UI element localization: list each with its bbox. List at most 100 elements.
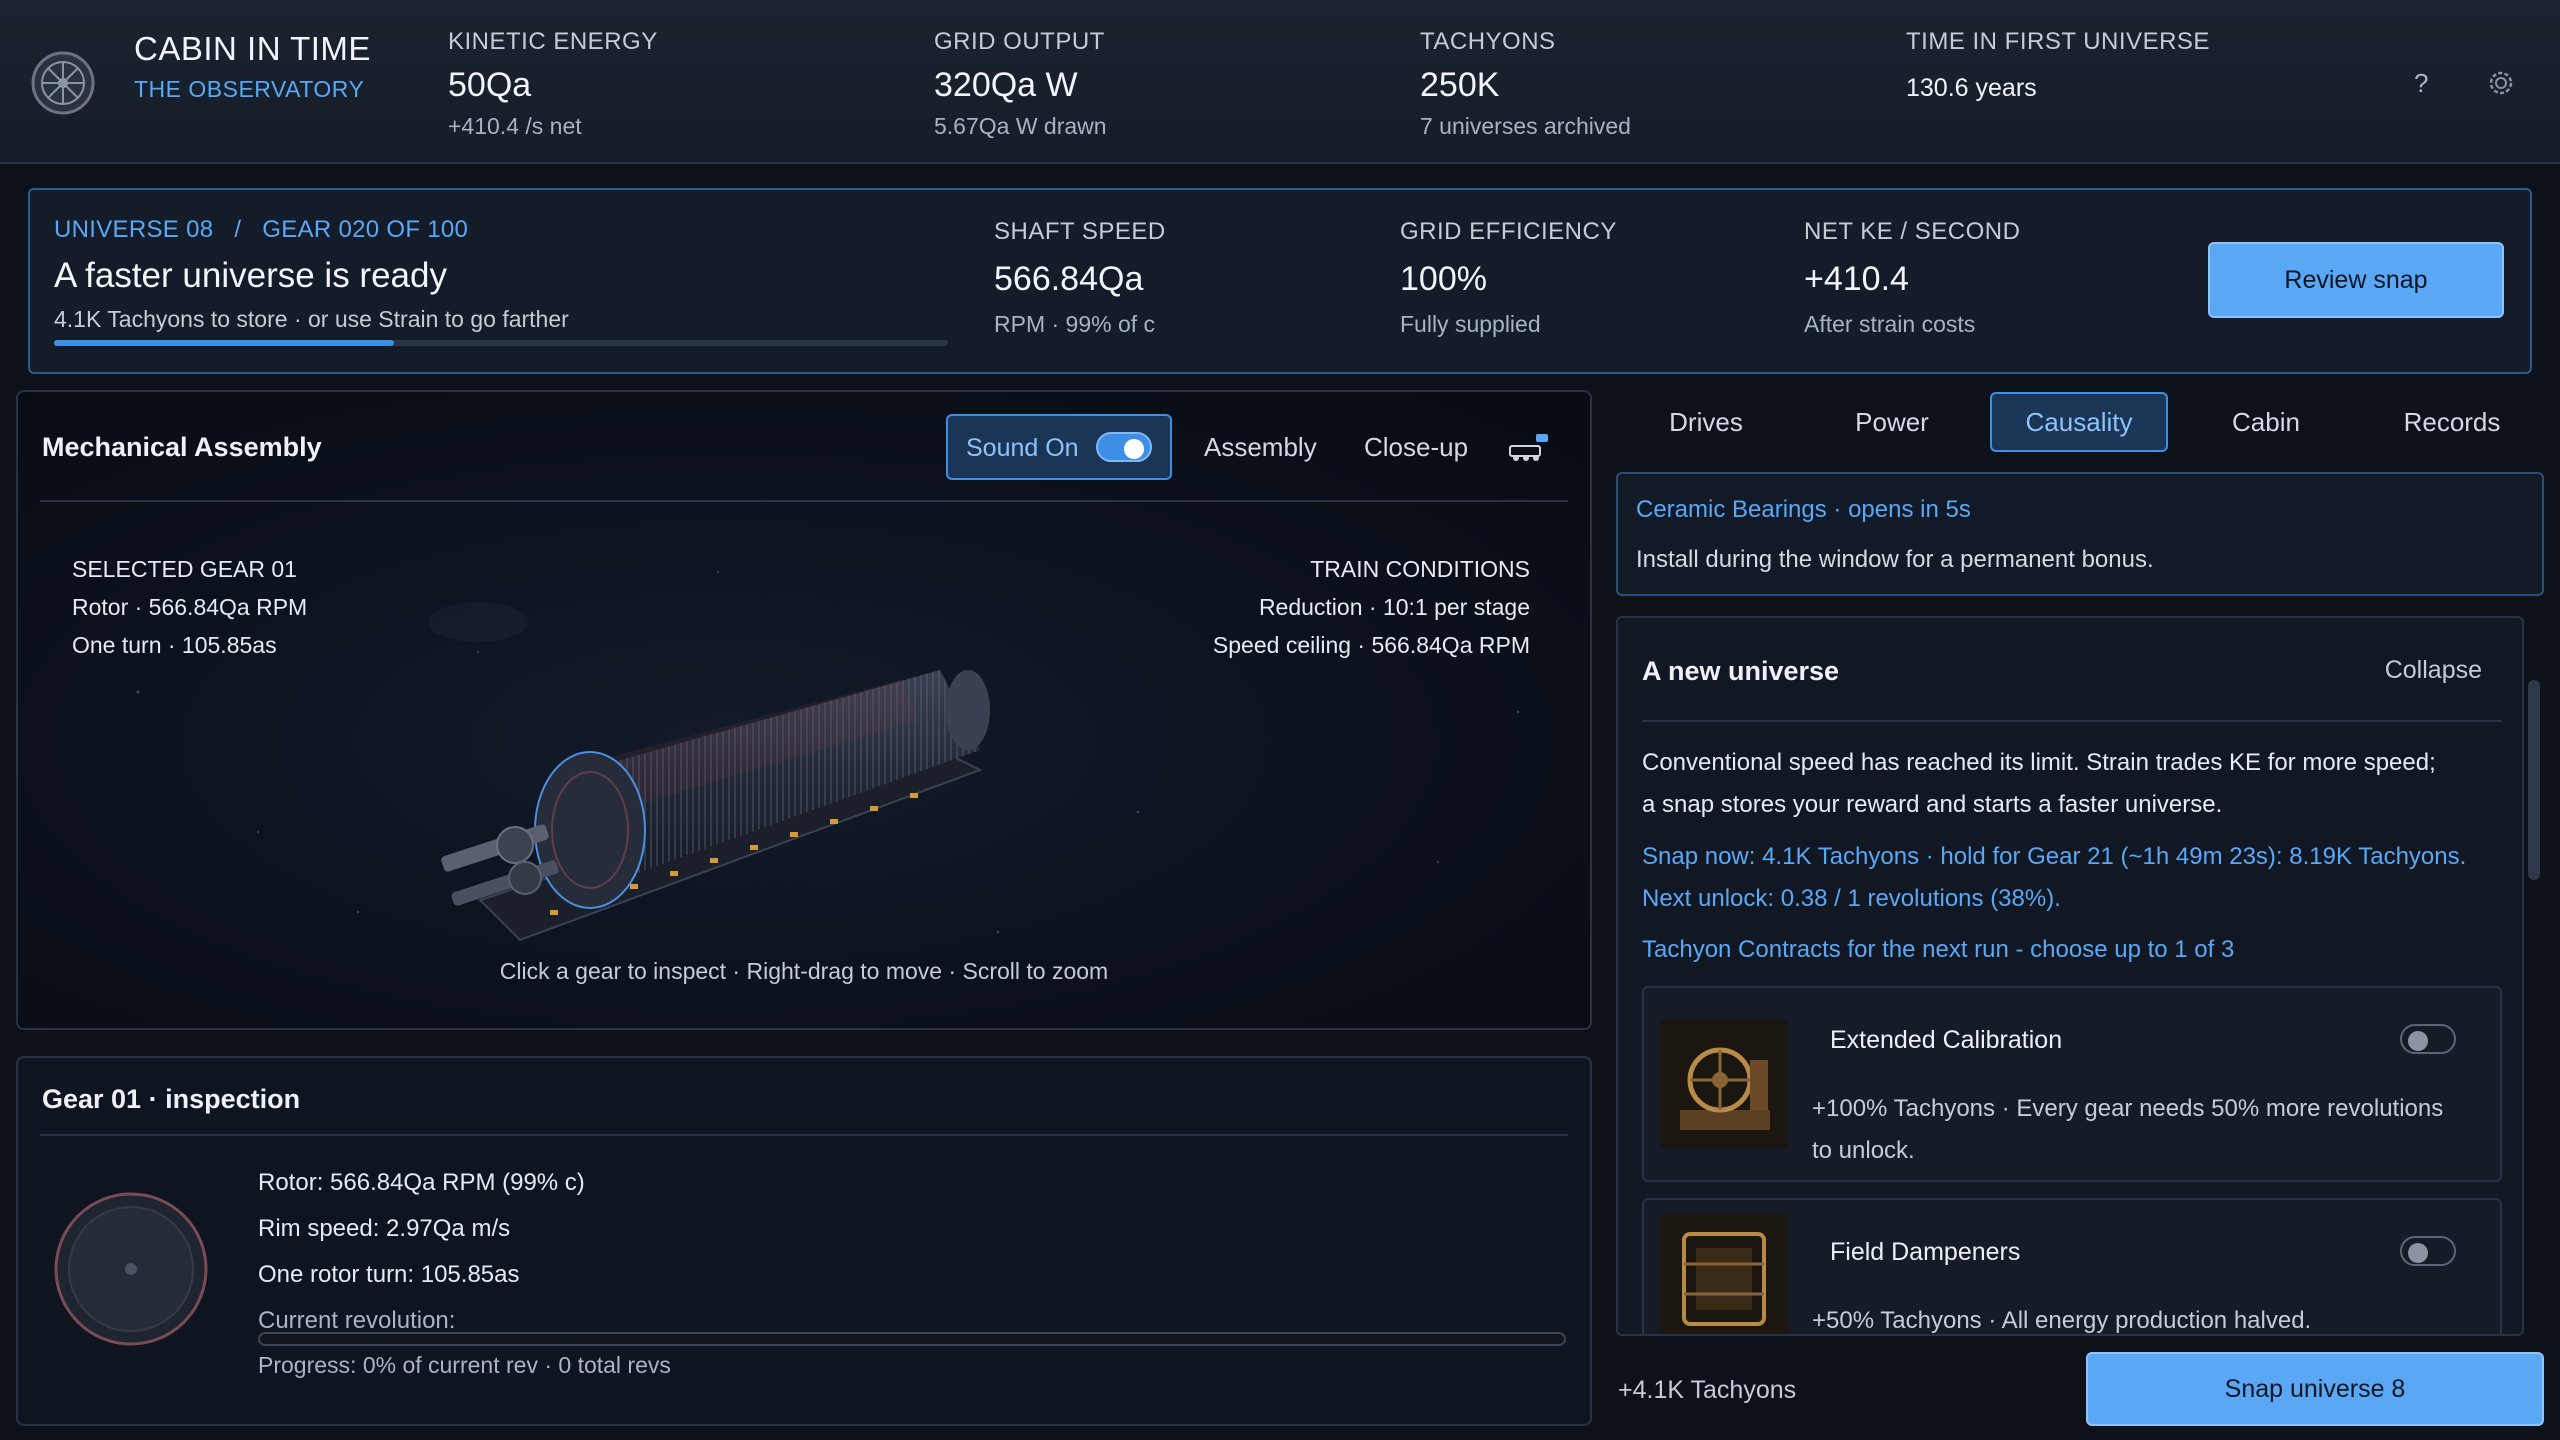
banner-stat-shaft-speed: SHAFT SPEED 566.84Qa RPM · 99% of c [994,218,1166,338]
tab-power[interactable]: Power [1806,392,1978,452]
sound-toggle-switch[interactable] [1096,432,1152,462]
selected-gear-info: SELECTED GEAR 01 Rotor · 566.84Qa RPM On… [72,550,307,664]
sound-label: Sound On [966,434,1079,462]
wheel-icon [31,51,95,115]
assembly-divider [40,500,1568,502]
contract-card-field-dampeners[interactable]: Field Dampeners +50% Tachyons · All ener… [1642,1198,2502,1334]
gear-preview-icon [54,1192,208,1346]
banner-heading: A faster universe is ready [54,256,447,295]
new-universe-panel: A new universe Collapse Conventional spe… [1616,616,2524,1336]
contract-card-extended-calibration[interactable]: Extended Calibration +100% Tachyons · Ev… [1642,986,2502,1182]
description-line: a snap stores your reward and starts a f… [1642,791,2223,818]
tab-records[interactable]: Records [2366,392,2538,452]
stat-value: 130.6 years [1906,74,2037,102]
stat-label: TACHYONS [1420,28,1556,55]
inspection-rim-speed: Rim speed: 2.97Qa m/s [258,1215,511,1242]
stat-sub: +410.4 /s net [448,113,582,139]
inspection-progress-text: Progress: 0% of current rev · 0 total re… [258,1352,671,1378]
stat-label: TIME IN FIRST UNIVERSE [1906,28,2210,55]
stat-value: 566.84Qa [994,260,1144,298]
review-snap-button[interactable]: Review snap [2208,242,2504,318]
calibration-machine-icon [1660,1020,1788,1148]
notice-title: Ceramic Bearings · opens in 5s [1636,496,1971,523]
banner-stat-net-ke: NET KE / SECOND +410.4 After strain cost… [1804,218,2020,338]
selected-gear-title: SELECTED GEAR 01 [72,556,297,582]
toggle-knob [2408,1243,2428,1263]
toggle-knob [2408,1031,2428,1051]
stat-sub: After strain costs [1804,311,1976,337]
contract-description-line: +100% Tachyons · Every gear needs 50% mo… [1812,1095,2444,1122]
contract-description-line: to unlock. [1812,1137,1915,1164]
breadcrumb-gear[interactable]: GEAR 020 OF 100 [262,216,468,243]
stat-grid-output: GRID OUTPUT 320Qa W 5.67Qa W drawn [934,28,1107,140]
breadcrumb-universe[interactable]: UNIVERSE 08 [54,216,213,243]
stat-sub: RPM · 99% of c [994,311,1156,337]
assembly-hint: Click a gear to inspect · Right-drag to … [499,958,1109,984]
inspection-rotor: Rotor: 566.84Qa RPM (99% c) [258,1169,585,1196]
stat-label: GRID OUTPUT [934,28,1105,55]
snap-progress-fill [54,340,394,346]
stat-value: +410.4 [1804,260,1909,298]
toggle-knob [1124,439,1144,459]
stat-label: SHAFT SPEED [994,218,1166,245]
stat-label: NET KE / SECOND [1804,218,2021,245]
train-conditions-title: TRAIN CONDITIONS [1310,556,1530,582]
ceramic-bearings-notice[interactable] [1616,472,2544,596]
app-subtitle: THE OBSERVATORY [134,76,365,102]
stat-label: GRID EFFICIENCY [1400,218,1617,245]
train-camera-icon[interactable] [1506,432,1550,464]
universe-panel-scrollbar[interactable] [2528,680,2540,880]
inspection-title: Gear 01 · inspection [42,1084,301,1114]
revolution-progress-bar [258,1332,1566,1346]
snap-estimate-line: Snap now: 4.1K Tachyons · hold for Gear … [1642,843,2467,870]
stat-sub: Fully supplied [1400,311,1541,337]
collapse-button[interactable]: Collapse [2385,656,2482,685]
tab-close-up[interactable]: Close-up [1364,432,1468,463]
contracts-title: Tachyon Contracts for the next run - cho… [1642,936,2235,963]
new-universe-description: Conventional speed has reached its limit… [1642,742,2436,826]
stat-value: 50Qa [448,66,532,104]
stat-kinetic-energy: KINETIC ENERGY 50Qa +410.4 /s net [448,28,658,140]
snap-universe-button[interactable]: Snap universe 8 [2086,1352,2544,1426]
stat-value: 250K [1420,66,1500,104]
stat-label: KINETIC ENERGY [448,28,658,55]
stat-sub: 5.67Qa W drawn [934,113,1107,139]
contract-toggle[interactable] [2400,1024,2456,1054]
contract-description: +50% Tachyons · All energy production ha… [1812,1300,2311,1334]
new-universe-divider [1642,720,2502,722]
tab-cabin[interactable]: Cabin [2180,392,2352,452]
selected-gear-rotor: Rotor · 566.84Qa RPM [72,594,308,620]
inspection-turn: One rotor turn: 105.85as [258,1261,520,1288]
snap-progress-bar [54,340,948,346]
train-conditions-ceiling: Speed ceiling · 566.84Qa RPM [1212,632,1530,658]
tab-assembly[interactable]: Assembly [1204,432,1317,463]
stat-time-first-universe: TIME IN FIRST UNIVERSE 130.6 years [1906,28,2210,103]
stat-sub: 7 universes archived [1420,113,1631,139]
breadcrumb-separator: / [234,216,242,243]
stat-value: 320Qa W [934,66,1078,104]
banner-stat-grid-efficiency: GRID EFFICIENCY 100% Fully supplied [1400,218,1617,338]
contract-name: Field Dampeners [1830,1238,2021,1266]
snap-estimate: Snap now: 4.1K Tachyons · hold for Gear … [1642,836,2466,920]
gear-train-model[interactable] [420,640,1020,980]
inspection-divider [40,1134,1568,1136]
notice-text: Install during the window for a permanen… [1636,546,2154,573]
contract-toggle[interactable] [2400,1236,2456,1266]
help-icon[interactable]: ? [2414,68,2428,99]
description-line: Conventional speed has reached its limit… [1642,749,2436,776]
sound-toggle-button[interactable]: Sound On [946,414,1172,480]
tab-causality[interactable]: Causality [1990,392,2168,452]
inspection-details: Rotor: 566.84Qa RPM (99% c) Rim speed: 2… [258,1160,585,1344]
stat-value: 100% [1400,260,1487,298]
new-universe-title: A new universe [1642,656,1840,686]
contract-description: +100% Tachyons · Every gear needs 50% mo… [1812,1088,2443,1172]
tab-drives[interactable]: Drives [1620,392,1792,452]
top-bar: CABIN IN TIME THE OBSERVATORY KINETIC EN… [0,0,2560,164]
breadcrumb: UNIVERSE 08 / GEAR 020 OF 100 [54,216,468,244]
app-title: CABIN IN TIME [134,30,371,67]
next-unlock-line: Next unlock: 0.38 / 1 revolutions (38%). [1642,885,2061,912]
banner-description: 4.1K Tachyons to store · or use Strain t… [54,306,569,332]
dampener-machine-icon [1660,1214,1788,1334]
gear-icon[interactable] [2486,68,2516,98]
stat-tachyons: TACHYONS 250K 7 universes archived [1420,28,1631,140]
